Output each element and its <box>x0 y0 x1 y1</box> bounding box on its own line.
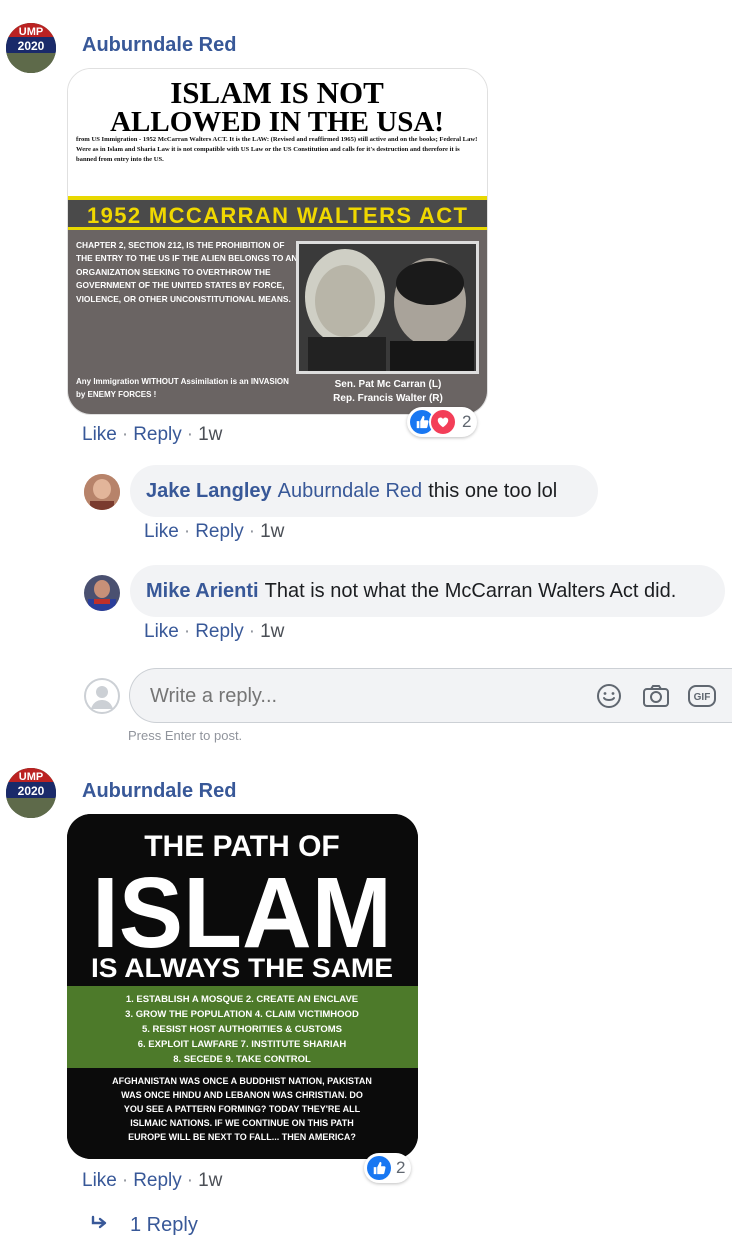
reply-actions: Like · Reply · 1w <box>144 621 285 642</box>
reactions-summary[interactable]: 2 <box>407 407 478 437</box>
meme-step: 3. GROW THE POPULATION 4. CLAIM VICTIMHO… <box>125 1009 359 1020</box>
reaction-count: 2 <box>462 412 472 431</box>
avatar-photo <box>84 474 120 510</box>
avatar-photo <box>84 575 120 611</box>
comment-author[interactable]: Auburndale Red <box>82 780 236 803</box>
like-reaction-icon <box>367 1156 391 1180</box>
avatar[interactable]: UMP 2020 <box>6 23 56 73</box>
comment-actions: Like · Reply · 1w <box>82 424 223 445</box>
timestamp[interactable]: 1w <box>260 621 284 642</box>
like-link[interactable]: Like <box>82 1170 117 1191</box>
svg-text:UMP: UMP <box>19 26 43 38</box>
meme-step: 5. RESIST HOST AUTHORITIES & CUSTOMS <box>142 1024 342 1035</box>
meme-headline-1: ISLAM IS NOT <box>170 75 384 110</box>
meme-step: 1. ESTABLISH A MOSQUE 2. CREATE AN ENCLA… <box>126 994 358 1005</box>
timestamp[interactable]: 1w <box>198 1170 222 1191</box>
timestamp[interactable]: 1w <box>198 424 222 445</box>
reply-input[interactable] <box>148 681 572 711</box>
reply-link[interactable]: Reply <box>195 621 244 642</box>
reply-author[interactable]: Mike Arienti <box>146 580 259 603</box>
comment-image[interactable]: ISLAM IS NOT ALLOWED IN THE USA! from US… <box>67 68 488 415</box>
mccarran-walters-meme: ISLAM IS NOT ALLOWED IN THE USA! from US… <box>68 69 487 414</box>
meme-subtext: from US Immigration - 1952 McCarran Walt… <box>76 136 478 163</box>
meme-step: 6. EXPLOIT LAWFARE 7. INSTITUTE SHARIAH <box>138 1039 347 1050</box>
avatar[interactable] <box>84 575 120 611</box>
meme-footer-text: Any Immigration WITHOUT Assimilation is … <box>76 377 289 399</box>
reply-actions: Like · Reply · 1w <box>144 521 285 542</box>
avatar-trump-2020-image: UMP 2020 <box>6 23 56 73</box>
reply-bubble: Jake Langley Auburndale Red this one too… <box>130 465 598 517</box>
gif-icon[interactable]: GIF <box>688 685 716 712</box>
reply-bubble: Mike Arienti That is not what the McCarr… <box>130 565 725 617</box>
meme-line-3: IS ALWAYS THE SAME <box>91 953 393 983</box>
svg-text:2020: 2020 <box>18 39 45 53</box>
meme-bottom-text: YOU SEE A PATTERN FORMING? TODAY THEY'RE… <box>124 1104 361 1114</box>
avatar-trump-2020-image: UMP 2020 <box>6 768 56 818</box>
reactions-summary[interactable]: 2 <box>364 1153 412 1183</box>
timestamp[interactable]: 1w <box>260 521 284 542</box>
meme-banner: 1952 MCCARRAN WALTERS ACT <box>87 203 468 228</box>
path-of-islam-meme: THE PATH OF ISLAM IS ALWAYS THE SAME 1. … <box>67 814 418 1159</box>
camera-icon[interactable] <box>642 683 670 714</box>
like-link[interactable]: Like <box>144 521 179 542</box>
replies-count-label[interactable]: 1 Reply <box>130 1214 198 1237</box>
comment-actions: Like · Reply · 1w <box>82 1170 223 1191</box>
svg-text:GIF: GIF <box>694 692 711 703</box>
reply-link[interactable]: Reply <box>133 1170 182 1191</box>
meme-step: 8. SECEDE 9. TAKE CONTROL <box>173 1054 311 1065</box>
meme-chapter-text: CHAPTER 2, SECTION 212, IS THE PROHIBITI… <box>76 240 298 304</box>
meme-bottom-text: EUROPE WILL BE NEXT TO FALL... THEN AMER… <box>128 1132 356 1142</box>
reply-text: this one too lol <box>428 479 558 502</box>
like-link[interactable]: Like <box>144 621 179 642</box>
comment-author[interactable]: Auburndale Red <box>82 34 236 57</box>
reply-arrow-icon <box>90 1214 110 1237</box>
mention-link[interactable]: Auburndale Red <box>278 480 423 503</box>
emoji-icon[interactable] <box>596 683 622 714</box>
reply-link[interactable]: Reply <box>195 521 244 542</box>
avatar[interactable]: UMP 2020 <box>6 768 56 818</box>
svg-text:UMP: UMP <box>19 771 43 783</box>
meme-bottom-text: ISLMAIC NATIONS. IF WE CONTINUE ON THIS … <box>130 1118 354 1128</box>
default-avatar-icon <box>84 678 120 714</box>
meme-bottom-text: AFGHANISTAN WAS ONCE A BUDDHIST NATION, … <box>112 1076 372 1086</box>
meme-caption-2: Rep. Francis Walter (R) <box>333 393 443 404</box>
view-replies-link[interactable]: 1 Reply <box>90 1214 198 1237</box>
meme-bottom-text: WAS ONCE HINDU AND LEBANON WAS CHRISTIAN… <box>121 1090 363 1100</box>
reaction-count: 2 <box>396 1158 406 1177</box>
svg-text:2020: 2020 <box>18 784 45 798</box>
love-reaction-icon <box>429 408 457 436</box>
comment-image[interactable]: THE PATH OF ISLAM IS ALWAYS THE SAME 1. … <box>67 814 418 1159</box>
meme-headline-2: ALLOWED IN THE USA! <box>110 106 444 138</box>
like-link[interactable]: Like <box>82 424 117 445</box>
current-user-avatar <box>84 678 120 714</box>
meme-caption-1: Sen. Pat Mc Carran (L) <box>335 379 442 390</box>
reply-link[interactable]: Reply <box>133 424 182 445</box>
reply-composer[interactable]: GIF <box>129 668 732 723</box>
avatar[interactable] <box>84 474 120 510</box>
reply-text: That is not what the McCarran Walters Ac… <box>264 579 677 602</box>
reply-author[interactable]: Jake Langley <box>146 480 272 503</box>
press-enter-hint: Press Enter to post. <box>128 728 243 743</box>
